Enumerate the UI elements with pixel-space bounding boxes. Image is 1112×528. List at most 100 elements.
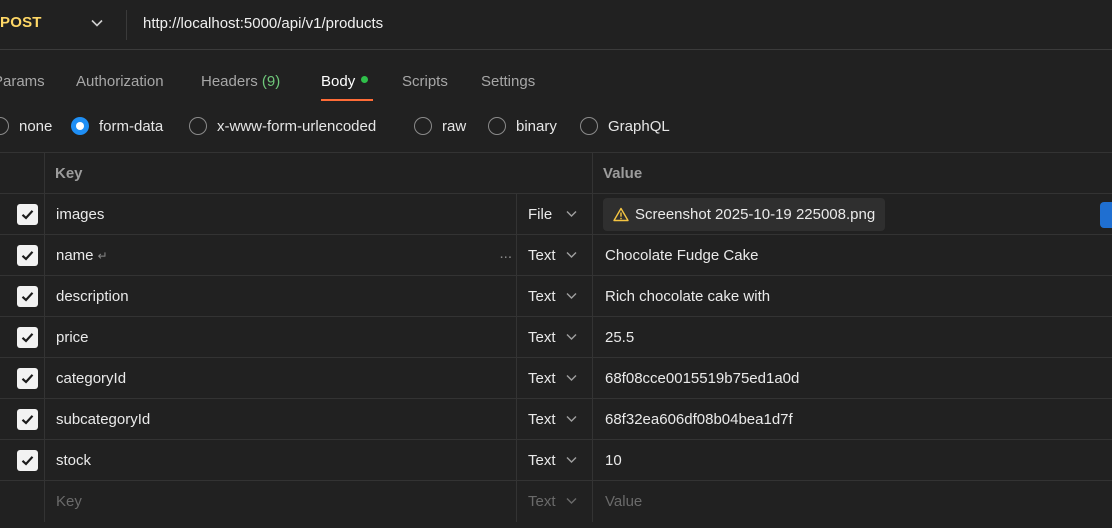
radio-circle xyxy=(0,117,9,135)
row-key: subcategoryId xyxy=(56,411,151,428)
row-type-select[interactable]: File xyxy=(517,194,593,235)
row-value-cell[interactable]: 68f32ea606df08b04bea1d7f xyxy=(593,399,1112,440)
radio-form-data[interactable]: form-data xyxy=(71,117,163,135)
row-checkbox[interactable] xyxy=(17,204,38,225)
chevron-down-icon xyxy=(566,498,577,504)
row-value-cell[interactable]: Chocolate Fudge Cake xyxy=(593,235,1112,276)
row-type: Text xyxy=(528,493,556,510)
method-select[interactable]: POST xyxy=(0,14,42,31)
row-checkbox[interactable] xyxy=(17,368,38,389)
url-divider xyxy=(126,10,127,40)
radio-label: binary xyxy=(516,117,557,135)
row-key-cell[interactable]: categoryId xyxy=(45,358,517,399)
row-check-cell xyxy=(0,358,45,399)
check-icon xyxy=(21,456,34,466)
row-type-select[interactable]: Text xyxy=(517,358,593,399)
chevron-down-icon xyxy=(566,457,577,463)
value-column-header: Value xyxy=(603,165,643,182)
row-key: price xyxy=(56,329,89,346)
row-check-cell xyxy=(0,481,45,522)
radio-raw[interactable]: raw xyxy=(414,117,466,135)
row-value: 10 xyxy=(605,452,622,469)
row-checkbox[interactable] xyxy=(17,327,38,348)
row-key-cell[interactable]: description xyxy=(45,276,517,317)
row-value-cell[interactable]: Value xyxy=(593,481,1112,522)
table-row: images File Screenshot 2025-10-19 225008… xyxy=(0,194,1112,235)
check-icon xyxy=(21,210,34,220)
row-key-cell[interactable]: price xyxy=(45,317,517,358)
row-type-select[interactable]: Text xyxy=(517,235,593,276)
url-bar: POST http://localhost:5000/api/v1/produc… xyxy=(0,0,1112,50)
row-key: name xyxy=(56,247,94,264)
form-data-table: Key Value images File Screenshot 2025-10… xyxy=(0,152,1112,522)
row-value-cell[interactable]: 10 xyxy=(593,440,1112,481)
row-value-cell[interactable]: 68f08cce0015519b75ed1a0d xyxy=(593,358,1112,399)
chevron-down-icon xyxy=(566,293,577,299)
row-key-cell[interactable]: subcategoryId xyxy=(45,399,517,440)
row-checkbox[interactable] xyxy=(17,450,38,471)
row-key-cell[interactable]: name ↵ ... xyxy=(45,235,517,276)
radio-label: form-data xyxy=(99,117,164,135)
row-value: Rich chocolate cake with xyxy=(605,288,771,305)
chevron-down-icon xyxy=(566,334,577,340)
radio-binary[interactable]: binary xyxy=(488,117,557,135)
row-type: Text xyxy=(528,411,556,428)
row-value: 68f32ea606df08b04bea1d7f xyxy=(605,411,793,428)
table-row: categoryId Text 68f08cce0015519b75ed1a0d xyxy=(0,358,1112,399)
row-check-cell xyxy=(0,235,45,276)
row-value-cell[interactable]: Rich chocolate cake with xyxy=(593,276,1112,317)
tab-authorization[interactable]: Authorization xyxy=(76,73,164,90)
row-checkbox[interactable] xyxy=(17,286,38,307)
table-row: subcategoryId Text 68f32ea606df08b04bea1… xyxy=(0,399,1112,440)
row-key-cell[interactable]: stock xyxy=(45,440,517,481)
radio-label: raw xyxy=(442,117,467,135)
more-options-icon[interactable]: ... xyxy=(499,245,512,262)
body-type-selector: none form-data x-www-form-urlencoded raw… xyxy=(0,104,1112,150)
radio-label: x-www-form-urlencoded xyxy=(217,117,377,135)
chevron-down-icon xyxy=(566,375,577,381)
warning-icon xyxy=(613,207,629,222)
table-row-empty: Key Text Value xyxy=(0,481,1112,522)
tab-params[interactable]: Params xyxy=(0,73,45,90)
row-type: Text xyxy=(528,247,556,264)
check-icon xyxy=(21,415,34,425)
file-chip[interactable]: Screenshot 2025-10-19 225008.png xyxy=(603,198,886,231)
row-type-select[interactable]: Text xyxy=(517,276,593,317)
radio-graphql[interactable]: GraphQL xyxy=(580,117,670,135)
tab-headers-label: Headers xyxy=(201,73,258,90)
check-icon xyxy=(21,374,34,384)
url-input[interactable]: http://localhost:5000/api/v1/products xyxy=(143,15,383,32)
table-row: stock Text 10 xyxy=(0,440,1112,481)
tab-body-label: Body xyxy=(321,73,356,90)
row-key: stock xyxy=(56,452,92,469)
row-key-cell[interactable]: Key xyxy=(45,481,517,522)
chevron-down-icon[interactable] xyxy=(90,16,104,30)
row-value: 25.5 xyxy=(605,329,635,346)
radio-x-www-form-urlencoded[interactable]: x-www-form-urlencoded xyxy=(189,117,376,135)
file-name: Screenshot 2025-10-19 225008.png xyxy=(635,206,876,223)
row-check-cell xyxy=(0,194,45,235)
tab-settings[interactable]: Settings xyxy=(481,73,535,90)
active-tab-indicator xyxy=(321,99,373,101)
row-checkbox[interactable] xyxy=(17,245,38,266)
radio-circle xyxy=(414,117,432,135)
row-value-cell[interactable]: 25.5 xyxy=(593,317,1112,358)
row-checkbox[interactable] xyxy=(17,409,38,430)
row-key-cell[interactable]: images xyxy=(45,194,517,235)
radio-none[interactable]: none xyxy=(0,117,52,135)
radio-label: GraphQL xyxy=(608,117,670,135)
row-type-select[interactable]: Text xyxy=(517,440,593,481)
radio-circle xyxy=(580,117,598,135)
headers-count: (9) xyxy=(261,73,281,90)
radio-label: none xyxy=(19,117,53,135)
row-key-wrap: name ↵ xyxy=(56,247,108,264)
row-type-select[interactable]: Text xyxy=(517,399,593,440)
row-type-select[interactable]: Text xyxy=(517,317,593,358)
row-value-cell[interactable]: Screenshot 2025-10-19 225008.png xyxy=(593,194,1112,235)
tab-headers[interactable]: Headers (9) xyxy=(201,73,280,90)
tab-scripts[interactable]: Scripts xyxy=(402,73,448,90)
check-icon xyxy=(21,251,34,261)
cloud-upload-button[interactable] xyxy=(1100,202,1112,228)
row-type-select[interactable]: Text xyxy=(517,481,593,522)
tab-body[interactable]: Body xyxy=(321,73,369,90)
